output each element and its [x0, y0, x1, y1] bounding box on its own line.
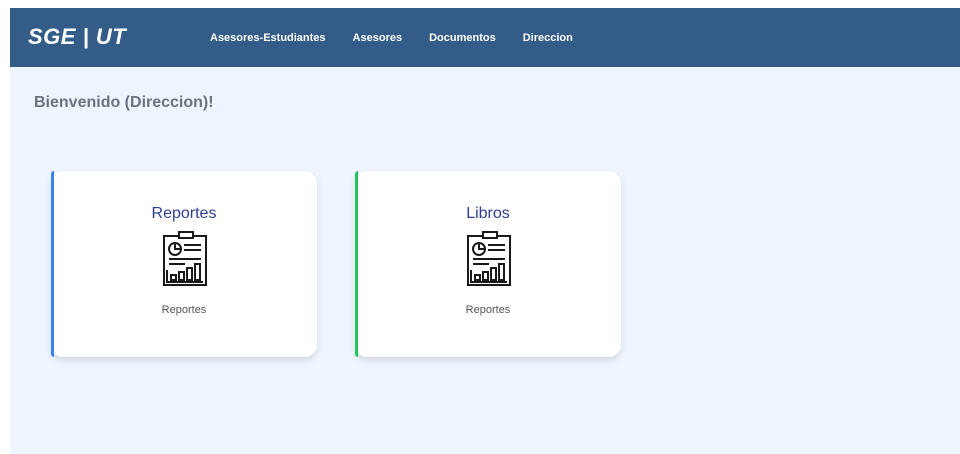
report-icon	[467, 231, 511, 286]
card-accent-border	[355, 171, 358, 357]
card-caption: Reportes	[465, 304, 511, 316]
card-accent-border	[51, 171, 54, 357]
nav-link-asesores-estudiantes[interactable]: Asesores-Estudiantes	[210, 32, 326, 44]
card-title: Reportes	[151, 205, 217, 222]
app-frame: SGE | UT Asesores-Estudiantes Asesores D…	[10, 8, 960, 454]
card-title: Libros	[466, 205, 510, 222]
report-icon	[163, 231, 207, 286]
card-libros[interactable]: Libros Reportes	[355, 171, 621, 357]
nav-link-documentos[interactable]: Documentos	[429, 32, 496, 44]
brand-logo[interactable]: SGE | UT	[28, 24, 126, 50]
navbar: SGE | UT Asesores-Estudiantes Asesores D…	[10, 8, 960, 67]
welcome-heading: Bienvenido (Direccion)!	[34, 94, 214, 111]
nav-links: Asesores-Estudiantes Asesores Documentos…	[210, 8, 600, 67]
card-caption: Reportes	[161, 304, 207, 316]
nav-link-asesores[interactable]: Asesores	[353, 32, 403, 44]
nav-link-direccion[interactable]: Direccion	[523, 32, 573, 44]
card-reportes[interactable]: Reportes Reportes	[51, 171, 317, 357]
